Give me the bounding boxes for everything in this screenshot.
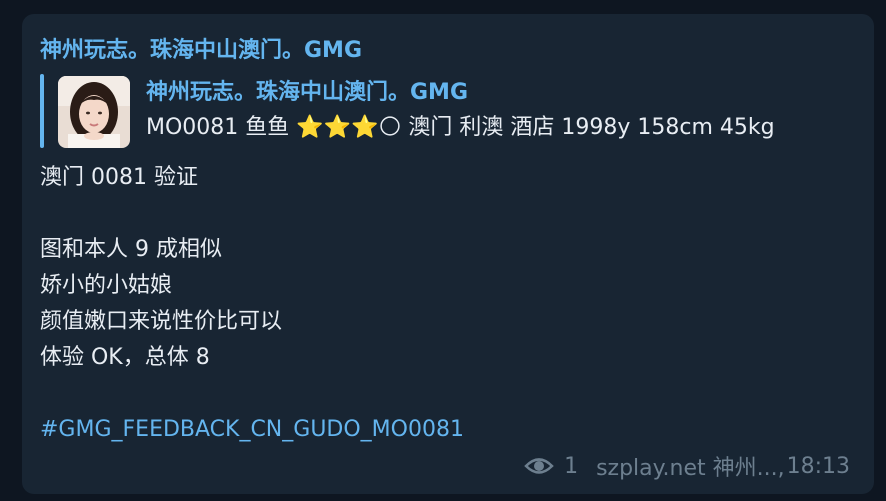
post-author: szplay.net 神州..., [596, 456, 785, 481]
reply-text: 神州玩志。珠海中山澳门。GMG MO0081 鱼鱼 ⭐⭐⭐🌕 澳门 利澳 酒店 … [146, 76, 862, 146]
body-line-empty [40, 196, 282, 232]
reply-snippet: MO0081 鱼鱼 ⭐⭐⭐🌕 澳门 利澳 酒店 1998y 158cm 45kg [146, 115, 775, 140]
message-body: 澳门 0081 验证 图和本人 9 成相似 娇小的小姑娘 颜值嫩口来说性价比可以… [40, 160, 282, 376]
message-meta: 1 szplay.net 神州..., 18:13 [524, 450, 850, 482]
message-bubble: 神州玩志。珠海中山澳门。GMG 神州玩志。珠海中山澳门。GMG MO0081 鱼… [22, 14, 874, 494]
body-line: 体验 OK，总体 8 [40, 345, 210, 370]
body-line: 娇小的小姑娘 [40, 273, 173, 298]
body-line: 颜值嫩口来说性价比可以 [40, 309, 283, 334]
body-line: 图和本人 9 成相似 [40, 237, 222, 262]
reply-preview[interactable]: 神州玩志。珠海中山澳门。GMG MO0081 鱼鱼 ⭐⭐⭐🌕 澳门 利澳 酒店 … [40, 74, 862, 148]
reply-title: 神州玩志。珠海中山澳门。GMG [146, 80, 469, 105]
body-line: 澳门 0081 验证 [40, 165, 198, 190]
hashtag-link[interactable]: #GMG_FEEDBACK_CN_GUDO_MO0081 [40, 412, 464, 448]
message-time: 18:13 [786, 453, 850, 479]
eye-icon [524, 458, 554, 474]
views-count: 1 [564, 453, 579, 479]
thumbnail-image [58, 76, 130, 148]
sender-name[interactable]: 神州玩志。珠海中山澳门。GMG [40, 32, 362, 64]
reply-thumbnail [58, 76, 130, 148]
reply-accent-bar [40, 74, 44, 148]
